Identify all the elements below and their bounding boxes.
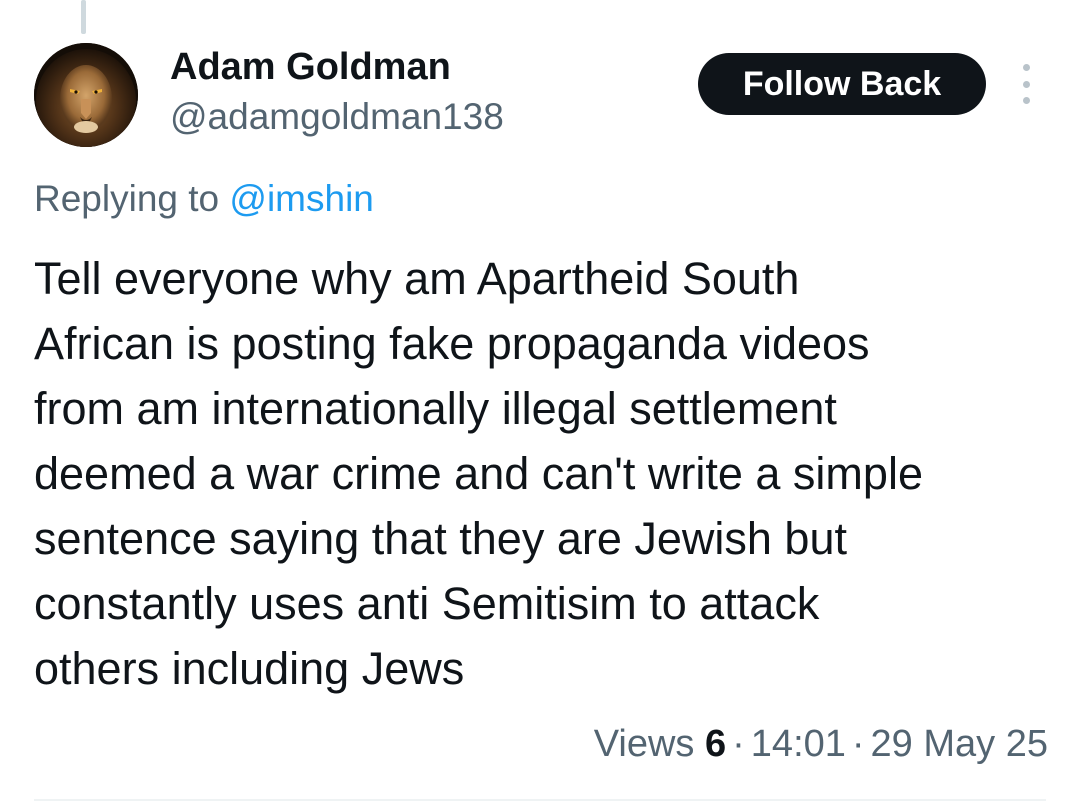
meta-separator: · xyxy=(732,723,745,765)
more-dot xyxy=(1022,64,1030,71)
replying-to-line: Replying to @imshin xyxy=(34,176,374,222)
tweet-metadata: Views 6 · 14:01 · 29 May 25 xyxy=(594,719,1048,769)
tweet-detail: Adam Goldman @adamgoldman138 Follow Back… xyxy=(0,0,1080,806)
divider xyxy=(34,799,1046,801)
views-label: Views xyxy=(593,723,695,765)
author-handle[interactable]: @adamgoldman138 xyxy=(170,94,504,140)
avatar[interactable] xyxy=(34,43,138,147)
tweet-time[interactable]: 14:01 xyxy=(751,723,846,765)
more-dot xyxy=(1022,97,1030,104)
replying-to-prefix: Replying to xyxy=(34,178,220,219)
follow-back-button[interactable]: Follow Back xyxy=(698,53,986,115)
tweet-body-text: Tell everyone why am Apartheid South Afr… xyxy=(34,253,923,694)
thread-connector-line xyxy=(81,0,86,34)
views-count: 6 xyxy=(705,723,727,765)
tweet-date[interactable]: 29 May 25 xyxy=(871,723,1048,765)
replying-to-mention[interactable]: @imshin xyxy=(229,178,373,219)
lion-avatar-icon xyxy=(34,43,138,147)
author-display-name[interactable]: Adam Goldman xyxy=(170,44,451,90)
more-options-icon[interactable] xyxy=(1008,64,1044,104)
more-dot xyxy=(1022,80,1030,88)
meta-separator: · xyxy=(851,723,865,765)
